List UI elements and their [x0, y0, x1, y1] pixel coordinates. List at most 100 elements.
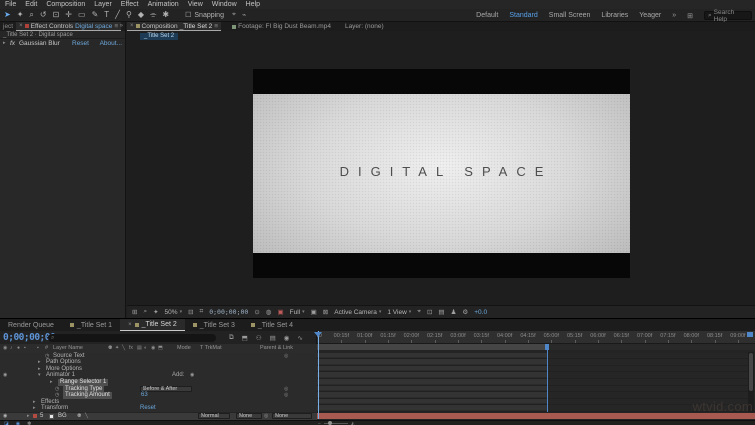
video-column-icon[interactable]: ◉ — [3, 345, 7, 351]
pickwhip-icon[interactable]: ◎ — [284, 386, 288, 393]
help-search-field[interactable]: ⌕ Search Help — [704, 9, 752, 23]
layer-visibility-icon[interactable]: ◉ — [3, 413, 7, 420]
property-row-animator-1[interactable]: ◉ ▾ Animator 1 Add: ◉ — [0, 372, 317, 379]
layer-name-column-header[interactable]: Layer Name — [53, 345, 83, 351]
panel-menu-icon[interactable]: ≡ — [214, 23, 218, 30]
camera-tool-icon[interactable]: ⊡ — [53, 9, 60, 21]
workspace-small-screen[interactable]: Small Screen — [549, 12, 591, 19]
parent-column-header[interactable]: Parent & Link — [260, 345, 293, 351]
property-label[interactable]: Transform — [41, 405, 68, 412]
menu-layer[interactable]: Layer — [94, 0, 112, 9]
graph-editor-icon[interactable]: ∿ — [297, 334, 302, 342]
rotation-tool-icon[interactable]: ↺ — [40, 9, 47, 21]
menu-animation[interactable]: Animation — [148, 0, 179, 9]
twirl-icon[interactable]: ▸ — [38, 366, 41, 373]
snapping-checkbox[interactable]: ☐ — [185, 11, 191, 19]
puppet-pin-tool-icon[interactable]: ✱ — [162, 9, 169, 21]
timeline-tab-title-set-1[interactable]: _Title Set 1 — [62, 319, 120, 331]
camera-select[interactable]: Active Camera ▾ — [334, 309, 381, 316]
property-label[interactable]: Range Selector 1 — [58, 378, 109, 386]
menu-composition[interactable]: Composition — [46, 0, 85, 9]
adjustment-layer-icon[interactable]: ◉ — [151, 345, 155, 351]
snapping-control[interactable]: ☐ Snapping — [185, 11, 224, 20]
quality-toggle-icon[interactable]: ╲ — [85, 413, 88, 420]
draft-3d-icon[interactable]: ⬒ — [242, 334, 248, 342]
lock-column-icon[interactable]: ▪ — [24, 345, 26, 351]
close-icon[interactable]: × — [128, 322, 132, 328]
mode-column-header[interactable]: Mode — [177, 345, 191, 351]
hand-icon[interactable]: ✦ — [153, 308, 158, 316]
work-area-end-handle[interactable] — [747, 332, 753, 337]
zoom-in-icon[interactable]: ◭ — [351, 421, 355, 425]
frame-blend-toggle-icon[interactable]: ◪ — [4, 421, 9, 425]
choose-grid-icon[interactable]: ⊟ — [188, 308, 193, 316]
pixel-aspect-icon[interactable]: ⌖ — [417, 308, 421, 316]
exposure-value[interactable]: +0.0 — [474, 309, 487, 316]
magnify-icon[interactable]: ⌕ — [143, 308, 147, 316]
twirl-icon[interactable]: ▸ — [38, 359, 41, 366]
trkmat-select[interactable]: None ▾ — [236, 413, 262, 419]
property-row-transform[interactable]: ▸ Transform Reset — [0, 405, 317, 412]
property-row-path-options[interactable]: ▸ Path Options — [0, 359, 317, 366]
audio-column-icon[interactable]: ♪ — [10, 345, 13, 351]
resolution-select[interactable]: Full ▾ — [290, 309, 305, 316]
timeline-search-field[interactable]: ⌕ — [48, 334, 216, 342]
zoom-tool-icon[interactable]: ⌕ — [29, 9, 33, 21]
fx-icon[interactable]: fx — [129, 345, 133, 351]
property-label[interactable]: Animator 1 — [46, 372, 75, 379]
timeline-button-icon[interactable]: ▤ — [438, 308, 444, 316]
effect-row-gaussian-blur[interactable]: ▸ fx Gaussian Blur Reset About... — [0, 39, 125, 48]
time-ruler[interactable]: :0000:15f01:00f01:15f02:00f02:15f03:00f0… — [317, 331, 755, 344]
twirl-icon[interactable]: ▸ — [33, 405, 36, 412]
property-row-effects[interactable]: ▸ Effects — [0, 399, 317, 406]
solo-column-icon[interactable]: ● — [17, 345, 20, 351]
close-icon[interactable]: × — [130, 23, 134, 29]
twirl-icon[interactable]: ▾ — [38, 372, 41, 379]
track-row[interactable] — [317, 372, 755, 379]
stopwatch-icon[interactable]: ◷ — [55, 392, 59, 399]
roto-brush-tool-icon[interactable]: ⌯ — [150, 9, 156, 21]
eye-icon[interactable]: ◉ — [3, 372, 7, 379]
bg-layer-duration-bar[interactable] — [317, 413, 755, 419]
twirl-icon[interactable]: ▸ — [27, 413, 30, 420]
show-snapshot-icon[interactable]: ◍ — [266, 308, 272, 316]
show-channel-icon[interactable]: ▣ — [277, 308, 283, 316]
twirl-icon[interactable]: ▸ — [50, 379, 53, 386]
close-icon[interactable]: × — [19, 23, 23, 29]
parent-select[interactable]: None ▾ — [272, 413, 312, 419]
shape-tool-icon[interactable]: ▭ — [78, 9, 86, 21]
frame-blend-enable-icon[interactable]: ▤ — [270, 334, 276, 342]
track-row[interactable] — [317, 398, 755, 406]
current-time-indicator-line[interactable] — [318, 331, 319, 419]
layer-row-bg[interactable]: ◉ ▸ 5 BG ⚉ ╲ Normal ▾ None ▾ ◎ None ▾ — [0, 412, 317, 420]
twirl-icon[interactable]: ▸ — [33, 399, 36, 406]
zoom-slider-thumb[interactable] — [327, 421, 332, 425]
clone-stamp-tool-icon[interactable]: ⚲ — [126, 9, 132, 21]
type-tool-icon[interactable]: T — [104, 9, 109, 21]
track-row[interactable] — [317, 359, 755, 366]
timeline-tab-render-queue[interactable]: Render Queue — [0, 319, 62, 331]
menu-view[interactable]: View — [188, 0, 203, 9]
collapse-icon[interactable]: ✦ — [115, 345, 119, 351]
hide-shy-icon[interactable]: ⚇ — [256, 334, 262, 342]
comp-flowchart-icon[interactable]: ♟ — [451, 308, 457, 316]
property-row-tracking-amount[interactable]: ◷ Tracking Amount 63 ◎ — [0, 392, 317, 399]
pan-behind-tool-icon[interactable]: ✛ — [65, 9, 72, 21]
always-preview-icon[interactable]: ⊞ — [132, 308, 137, 316]
workspace-libraries[interactable]: Libraries — [601, 12, 628, 19]
pen-tool-icon[interactable]: ✎ — [92, 9, 99, 21]
snap-features-icon[interactable]: ⌁ — [242, 11, 246, 19]
scrollbar-thumb[interactable] — [749, 353, 753, 391]
tab-effect-controls[interactable]: × Effect Controls Digital space ≡ — [16, 22, 122, 31]
brainstorm-icon[interactable]: ✽ — [27, 421, 31, 425]
twirl-icon[interactable]: ▸ — [3, 39, 6, 48]
transparency-grid-icon[interactable]: ⊠ — [323, 308, 328, 316]
menu-help[interactable]: Help — [246, 0, 260, 9]
selection-tool-icon[interactable]: ➤ — [4, 9, 11, 21]
fast-previews-icon[interactable]: ⊡ — [427, 308, 432, 316]
track-row[interactable] — [317, 405, 755, 412]
effect-reset-link[interactable]: Reset — [72, 39, 89, 48]
property-row-source-text[interactable]: ◷ Source Text ◎ — [0, 353, 317, 360]
active-comp-chip[interactable]: _Title Set 2 — [140, 33, 179, 40]
preview-timecode[interactable]: 0;00;00;00 — [209, 308, 248, 316]
